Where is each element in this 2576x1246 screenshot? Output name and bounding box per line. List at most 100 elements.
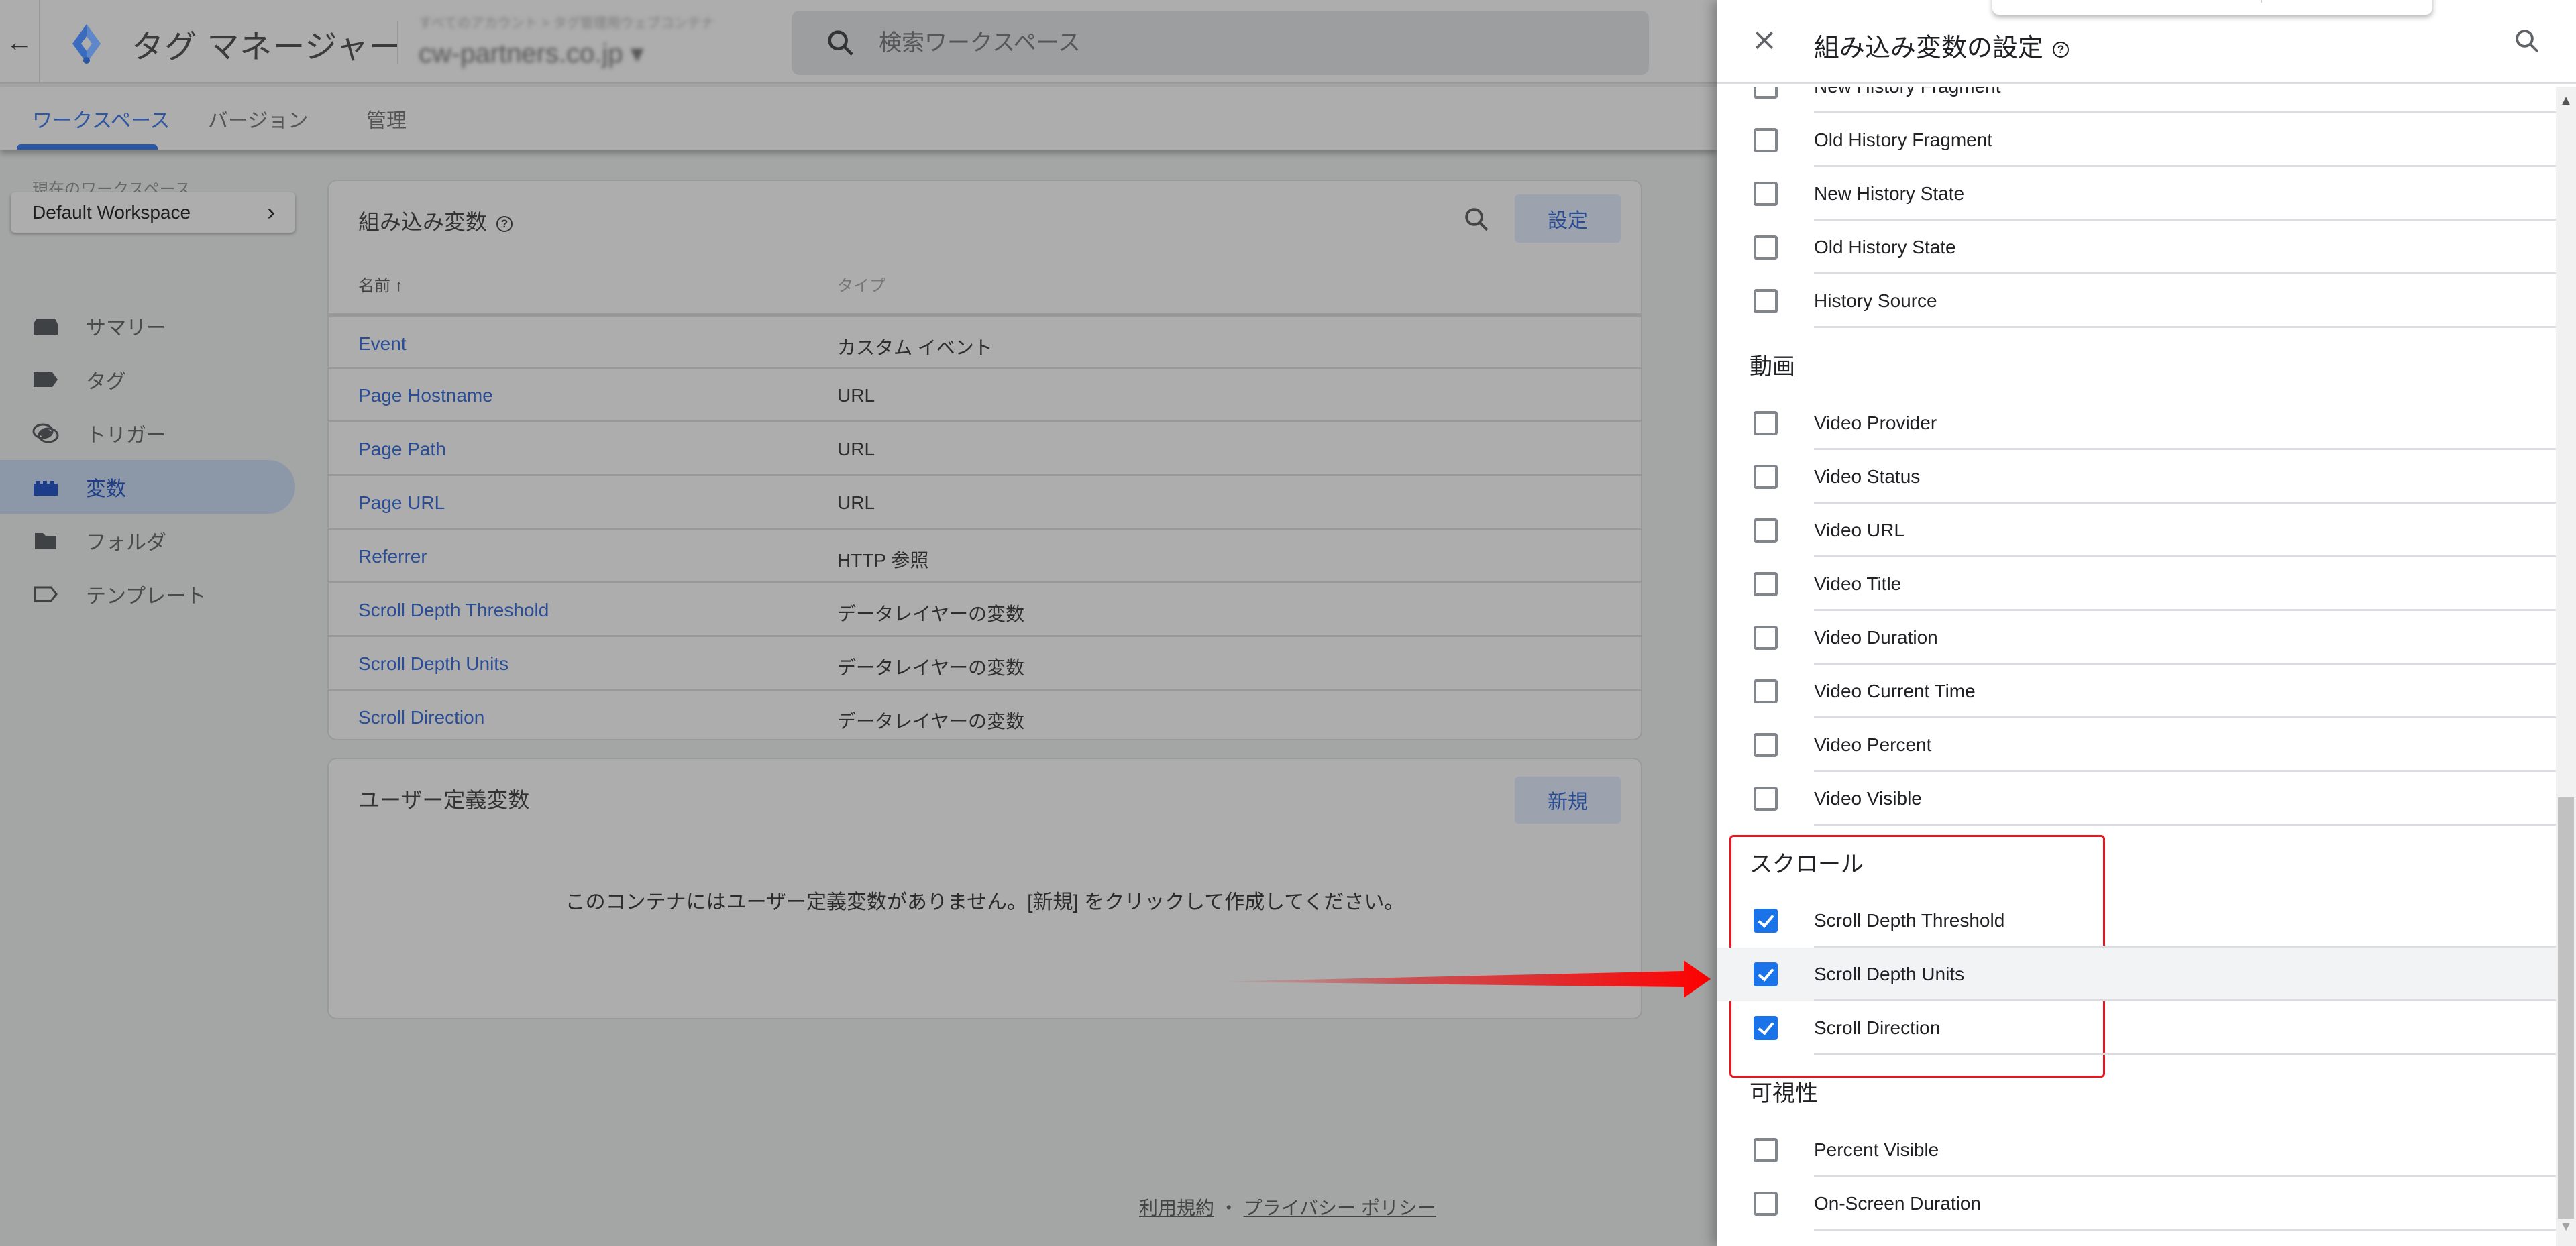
sidebar-item-templates[interactable]: テンプレート bbox=[0, 567, 295, 621]
tab-admin[interactable]: 管理 bbox=[366, 104, 407, 133]
builtin-variables-card: 組み込み変数? 設定 名前 ↑ タイプ Event カスタム イベント Page H… bbox=[327, 180, 1642, 740]
account-breadcrumb: すべてのアカウント > タグ管理用ウェブコンテナ bbox=[419, 16, 714, 31]
variable-checkbox-row[interactable]: Video Title bbox=[1717, 557, 2556, 611]
table-row[interactable]: Scroll Direction データレイヤーの変数 bbox=[329, 691, 1641, 744]
variable-name-link[interactable]: Scroll Direction bbox=[358, 707, 484, 728]
checkbox-checked[interactable] bbox=[1754, 1016, 1778, 1040]
checkbox[interactable] bbox=[1754, 182, 1778, 206]
variable-name-link[interactable]: Referrer bbox=[358, 546, 427, 567]
variable-checkbox-row[interactable]: Video Visible bbox=[1717, 772, 2556, 826]
tab-workspace[interactable]: ワークスペース bbox=[32, 104, 170, 133]
builtin-variables-config-panel: 組み込み変数の設定? New History Fragment Old Histo… bbox=[1717, 0, 2576, 1246]
table-row[interactable]: Event カスタム イベント bbox=[329, 315, 1641, 369]
variable-label: Video Status bbox=[1814, 466, 1921, 487]
variable-checkbox-row[interactable]: Video Status bbox=[1717, 450, 2556, 504]
help-icon[interactable]: ? bbox=[2053, 41, 2070, 58]
scroll-thumb[interactable] bbox=[2558, 797, 2574, 1219]
table-row[interactable]: Page URL URL bbox=[329, 476, 1641, 530]
variable-checkbox-list: New History Fragment Old History Fragment… bbox=[1717, 87, 2556, 1246]
container-selector[interactable]: すべてのアカウント > タグ管理用ウェブコンテナ cw-partners.co.… bbox=[419, 12, 767, 72]
sidebar-item-tags[interactable]: タグ bbox=[0, 353, 295, 406]
variable-type: URL bbox=[837, 385, 875, 406]
workspace-search[interactable] bbox=[792, 11, 1649, 75]
checkbox[interactable] bbox=[1754, 411, 1778, 435]
checkbox[interactable] bbox=[1754, 787, 1778, 811]
variable-checkbox-row[interactable]: Scroll Direction bbox=[1717, 1001, 2556, 1055]
variable-checkbox-row[interactable]: Video Duration bbox=[1717, 611, 2556, 665]
privacy-link[interactable]: プライバシー ポリシー bbox=[1244, 1198, 1436, 1219]
tab-versions[interactable]: バージョン bbox=[208, 104, 308, 133]
variable-checkbox-row[interactable]: New History Fragment bbox=[1717, 87, 2556, 113]
scroll-down-icon[interactable]: ▼ bbox=[2556, 1219, 2576, 1239]
section-title: スクロール bbox=[1750, 852, 1864, 877]
back-button[interactable]: ← bbox=[0, 0, 40, 84]
footer-links: 利用規約 ・ プライバシー ポリシー bbox=[1139, 1194, 1436, 1221]
checkbox[interactable] bbox=[1754, 1138, 1778, 1162]
variable-name-link[interactable]: Page Hostname bbox=[358, 385, 493, 406]
row-divider bbox=[1814, 1053, 2556, 1055]
close-icon[interactable] bbox=[1751, 27, 1778, 54]
checkbox[interactable] bbox=[1754, 465, 1778, 489]
variable-checkbox-row[interactable]: Old History Fragment bbox=[1717, 113, 2556, 167]
checkbox[interactable] bbox=[1754, 289, 1778, 313]
checkbox-checked[interactable] bbox=[1754, 909, 1778, 933]
search-icon bbox=[828, 30, 853, 56]
sidebar-item-summary[interactable]: サマリー bbox=[0, 299, 295, 353]
table-row[interactable]: Referrer HTTP 参照 bbox=[329, 530, 1641, 583]
footer-separator: ・ bbox=[1219, 1198, 1238, 1219]
app-title: タグ マネージャー bbox=[131, 30, 402, 65]
table-row[interactable]: Scroll Depth Units データレイヤーの変数 bbox=[329, 637, 1641, 691]
sidebar-item-label: サマリー bbox=[86, 317, 166, 339]
table-row[interactable]: Scroll Depth Threshold データレイヤーの変数 bbox=[329, 583, 1641, 637]
terms-link[interactable]: 利用規約 bbox=[1139, 1198, 1214, 1219]
variable-name-link[interactable]: Event bbox=[358, 333, 407, 355]
checkbox-checked[interactable] bbox=[1754, 962, 1778, 986]
variable-checkbox-row[interactable]: History Source bbox=[1717, 274, 2556, 328]
variable-checkbox-row[interactable]: Scroll Depth Threshold bbox=[1717, 894, 2556, 948]
checkbox[interactable] bbox=[1754, 733, 1778, 757]
variable-checkbox-row[interactable]: New History State bbox=[1717, 167, 2556, 221]
variable-checkbox-row[interactable]: Video Provider bbox=[1717, 396, 2556, 450]
table-row[interactable]: Page Path URL bbox=[329, 422, 1641, 476]
scroll-up-icon[interactable]: ▲ bbox=[2556, 93, 2576, 113]
variable-label: On-Screen Duration bbox=[1814, 1193, 1982, 1214]
checkbox[interactable] bbox=[1754, 87, 1778, 99]
variable-checkbox-row[interactable]: Scroll Depth Units bbox=[1717, 948, 2556, 1001]
variable-checkbox-row[interactable]: Percent Visible bbox=[1717, 1123, 2556, 1177]
checkbox[interactable] bbox=[1754, 679, 1778, 703]
variable-type: データレイヤーの変数 bbox=[837, 604, 1025, 624]
sidebar-item-label: トリガー bbox=[86, 424, 166, 447]
checkbox[interactable] bbox=[1754, 128, 1778, 152]
variable-name-link[interactable]: Page Path bbox=[358, 439, 446, 460]
checkbox[interactable] bbox=[1754, 626, 1778, 650]
checkbox[interactable] bbox=[1754, 572, 1778, 596]
panel-scrollbar[interactable]: ▲ ▼ bbox=[2556, 87, 2576, 1246]
variable-name-link[interactable]: Page URL bbox=[358, 492, 445, 514]
variable-name-link[interactable]: Scroll Depth Units bbox=[358, 653, 508, 675]
checkbox[interactable] bbox=[1754, 235, 1778, 260]
variable-type: URL bbox=[837, 492, 875, 513]
search-icon[interactable] bbox=[2513, 27, 2541, 55]
column-name-header[interactable]: 名前 ↑ bbox=[358, 272, 403, 296]
variable-label: Video Visible bbox=[1814, 788, 1922, 809]
checkbox[interactable] bbox=[1754, 518, 1778, 543]
sidebar-item-folders[interactable]: フォルダ bbox=[0, 514, 295, 567]
workspace-selector[interactable]: Default Workspace › bbox=[11, 192, 295, 233]
sidebar-item-variables[interactable]: 変数 bbox=[0, 460, 295, 514]
variable-checkbox-row[interactable]: Video Percent bbox=[1717, 718, 2556, 772]
variable-checkbox-row[interactable]: On-Screen Duration bbox=[1717, 1177, 2556, 1231]
variable-label: Video Title bbox=[1814, 573, 1902, 594]
variable-checkbox-row[interactable]: Video URL bbox=[1717, 504, 2556, 557]
table-row[interactable]: Page Hostname URL bbox=[329, 369, 1641, 422]
tag-manager-app: ← タグ マネージャー すべてのアカウント > タグ管理用ウェブコンテナ cw-… bbox=[0, 0, 1717, 1246]
variable-name-link[interactable]: Scroll Depth Threshold bbox=[358, 600, 549, 621]
search-input[interactable] bbox=[879, 30, 1483, 56]
sidebar-item-label: 変数 bbox=[86, 478, 126, 500]
variable-label: Percent Visible bbox=[1814, 1139, 1939, 1160]
variable-checkbox-row[interactable]: Video Current Time bbox=[1717, 665, 2556, 718]
new-variable-button[interactable]: 新規 bbox=[1515, 777, 1621, 824]
checkbox[interactable] bbox=[1754, 1192, 1778, 1216]
sidebar-item-triggers[interactable]: トリガー bbox=[0, 406, 295, 460]
variable-label: Video URL bbox=[1814, 520, 1904, 541]
variable-checkbox-row[interactable]: Old History State bbox=[1717, 221, 2556, 274]
